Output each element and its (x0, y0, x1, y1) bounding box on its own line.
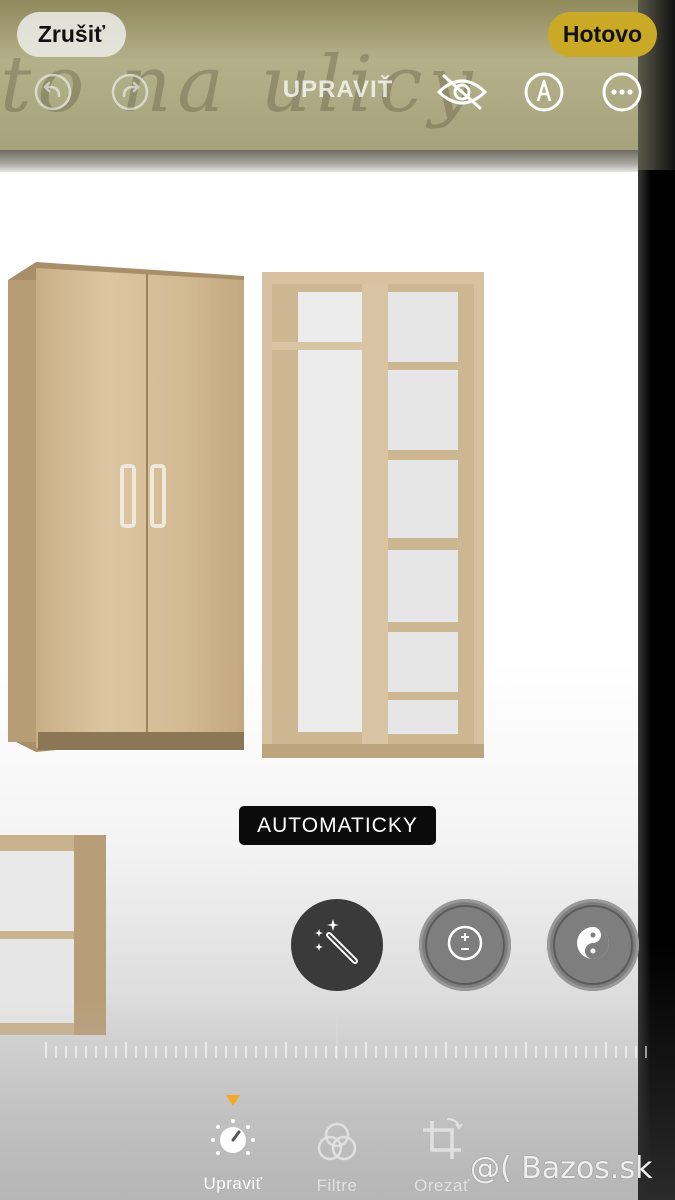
auto-enhance-button[interactable] (291, 899, 383, 991)
brilliance-button[interactable] (547, 899, 639, 991)
wardrobe-open-image (262, 272, 484, 758)
hide-eye-icon[interactable] (436, 70, 488, 114)
tab-filters-label: Filtre (316, 1176, 358, 1195)
tab-adjust[interactable]: Upraviť (188, 1095, 278, 1195)
screen-right-edge (638, 0, 675, 1200)
active-tab-indicator-icon (226, 1095, 240, 1106)
exposure-button[interactable] (419, 899, 511, 991)
redo-icon[interactable] (108, 70, 152, 114)
exposure-ring (425, 905, 505, 985)
adjustment-name-label: AUTOMATICKY (239, 806, 436, 845)
exposure-icon (446, 924, 484, 967)
tab-filters[interactable]: Filtre (292, 1115, 382, 1195)
filters-icon (313, 1121, 361, 1170)
adjust-dial-icon (208, 1113, 258, 1168)
undo-icon[interactable] (31, 70, 75, 114)
tab-adjust-label: Upraviť (203, 1174, 263, 1193)
photo-banner-strip (0, 150, 640, 172)
markup-pen-icon[interactable] (522, 70, 566, 114)
tab-crop-label: Orezať (414, 1176, 470, 1195)
edit-title: UPRAVIŤ (282, 76, 394, 103)
more-icon[interactable] (600, 70, 644, 114)
done-button[interactable]: Hotovo (548, 12, 657, 57)
wardrobe-closed-image (8, 262, 244, 752)
brilliance-icon (574, 924, 612, 967)
watermark-text: @( Bazos.sk (470, 1150, 653, 1186)
brilliance-ring (553, 905, 633, 985)
adjustment-slider[interactable] (40, 1040, 650, 1060)
cancel-button[interactable]: Zrušiť (17, 12, 126, 57)
magic-wand-icon (309, 915, 365, 976)
crop-rotate-icon (417, 1115, 467, 1170)
